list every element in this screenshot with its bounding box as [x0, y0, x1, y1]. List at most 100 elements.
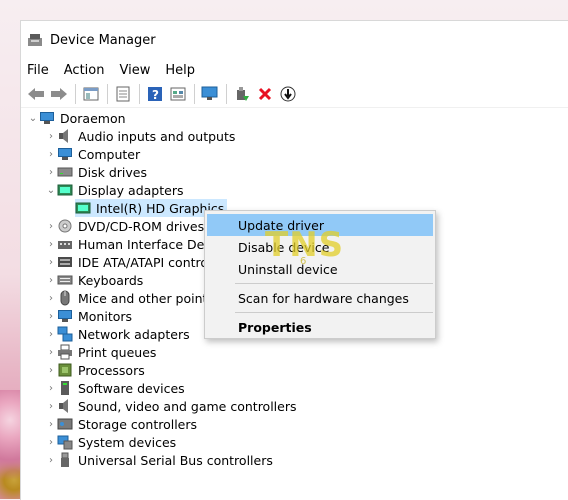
window-title: Device Manager: [50, 32, 156, 48]
menu-view[interactable]: View: [119, 63, 150, 78]
storage-icon: [57, 416, 73, 432]
speaker-icon: [57, 128, 73, 144]
tree-item-label: Display adapters: [78, 182, 184, 198]
expand-chevron-icon[interactable]: ›: [45, 451, 57, 469]
expand-chevron-icon[interactable]: ›: [45, 235, 57, 253]
expand-chevron-icon[interactable]: ›: [45, 433, 57, 451]
forward-arrow-icon[interactable]: [48, 83, 70, 105]
tree-item-display-adapters[interactable]: ⌄ Display adapters: [21, 181, 568, 199]
properties-menu-item[interactable]: Properties: [205, 316, 435, 338]
tree-item-computer[interactable]: › Computer: [21, 145, 568, 163]
device-manager-app-icon: [27, 32, 43, 48]
tree-item-label: DVD/CD-ROM drives: [78, 218, 205, 234]
help-icon[interactable]: ?: [144, 83, 166, 105]
usb-icon: [57, 452, 73, 468]
tree-root-label: Doraemon: [60, 110, 126, 126]
tree-item-sound[interactable]: › Sound, video and game controllers: [21, 397, 568, 415]
hid-icon: [57, 236, 73, 252]
expand-chevron-icon[interactable]: ›: [45, 127, 57, 145]
tree-item-label: Computer: [78, 146, 141, 162]
tree-item-processors[interactable]: › Processors: [21, 361, 568, 379]
menu-separator: [235, 283, 433, 284]
tree-item-software-devices[interactable]: › Software devices: [21, 379, 568, 397]
expand-chevron-icon[interactable]: ›: [45, 415, 57, 433]
printer-icon: [57, 344, 73, 360]
tree-item-usb[interactable]: › Universal Serial Bus controllers: [21, 451, 568, 469]
expand-chevron-icon[interactable]: ›: [45, 145, 57, 163]
tree-item-label: Audio inputs and outputs: [78, 128, 236, 144]
menu-help[interactable]: Help: [165, 63, 195, 78]
menu-action[interactable]: Action: [64, 63, 105, 78]
tree-item-label: Storage controllers: [78, 416, 198, 432]
title-bar: Device Manager: [21, 21, 568, 59]
expand-chevron-icon[interactable]: ›: [45, 307, 57, 325]
toolbar: ?: [21, 81, 568, 108]
tree-item-label: Keyboards: [78, 272, 144, 288]
watermark-sub: 6: [300, 256, 307, 267]
show-hide-console-tree-icon[interactable]: [80, 83, 102, 105]
software-device-icon: [57, 380, 73, 396]
tree-item-label: Sound, video and game controllers: [78, 398, 297, 414]
computer-icon: [57, 146, 73, 162]
back-arrow-icon[interactable]: [25, 83, 47, 105]
toolbar-separator: [226, 84, 227, 104]
expand-chevron-icon[interactable]: ›: [45, 343, 57, 361]
keyboard-icon: [57, 272, 73, 288]
tree-item-system[interactable]: › System devices: [21, 433, 568, 451]
tree-item-label: System devices: [78, 434, 177, 450]
system-icon: [57, 434, 73, 450]
ide-icon: [57, 254, 73, 270]
scan-hardware-icon[interactable]: [199, 83, 221, 105]
tree-item-label: Network adapters: [78, 326, 190, 342]
disk-drive-icon: [57, 164, 73, 180]
scan-hardware-menu-item[interactable]: Scan for hardware changes: [205, 287, 435, 309]
display-adapter-icon: [57, 182, 73, 198]
expand-chevron-icon[interactable]: ›: [45, 397, 57, 415]
tree-item-label: Human Interface Devic: [78, 236, 223, 252]
update-driver-icon[interactable]: [231, 83, 253, 105]
download-arrow-icon[interactable]: [277, 83, 299, 105]
processor-icon: [57, 362, 73, 378]
menu-separator: [235, 312, 433, 313]
mouse-icon: [57, 290, 73, 306]
toolbar-separator: [75, 84, 76, 104]
expand-chevron-icon[interactable]: ›: [45, 217, 57, 235]
collapse-chevron-icon[interactable]: ⌄: [45, 181, 57, 199]
tree-item-label: Processors: [78, 362, 145, 378]
tree-item-label: Disk drives: [78, 164, 147, 180]
menu-bar: File Action View Help: [21, 59, 568, 81]
collapse-chevron-icon[interactable]: ⌄: [27, 109, 39, 127]
tree-item-label: IDE ATA/ATAPI controlle: [78, 254, 223, 270]
monitor-icon: [57, 308, 73, 324]
expand-chevron-icon[interactable]: ›: [45, 289, 57, 307]
tree-item-label: Mice and other pointin: [78, 290, 219, 306]
dvd-icon: [57, 218, 73, 234]
view-icon[interactable]: [167, 83, 189, 105]
expand-chevron-icon[interactable]: ›: [45, 271, 57, 289]
expand-chevron-icon[interactable]: ›: [45, 253, 57, 271]
computer-icon: [39, 110, 55, 126]
expand-chevron-icon[interactable]: ›: [45, 325, 57, 343]
tree-item-disk-drives[interactable]: › Disk drives: [21, 163, 568, 181]
tree-item-label: Monitors: [78, 308, 133, 324]
tree-item-audio[interactable]: › Audio inputs and outputs: [21, 127, 568, 145]
menu-file[interactable]: File: [27, 63, 49, 78]
tree-item-print-queues[interactable]: › Print queues: [21, 343, 568, 361]
tree-item-storage[interactable]: › Storage controllers: [21, 415, 568, 433]
expand-chevron-icon[interactable]: ›: [45, 361, 57, 379]
svg-text:?: ?: [152, 88, 159, 102]
toolbar-separator: [194, 84, 195, 104]
expand-chevron-icon[interactable]: ›: [45, 163, 57, 181]
tree-item-label: Universal Serial Bus controllers: [78, 452, 273, 468]
toolbar-separator: [107, 84, 108, 104]
sound-icon: [57, 398, 73, 414]
tree-item-label: Print queues: [78, 344, 157, 360]
uninstall-device-icon[interactable]: [254, 83, 276, 105]
tree-root[interactable]: ⌄ Doraemon: [21, 109, 568, 127]
properties-sheet-icon[interactable]: [112, 83, 134, 105]
expand-chevron-icon[interactable]: ›: [45, 379, 57, 397]
network-icon: [57, 326, 73, 342]
tree-item-label: Software devices: [78, 380, 185, 396]
toolbar-separator: [139, 84, 140, 104]
